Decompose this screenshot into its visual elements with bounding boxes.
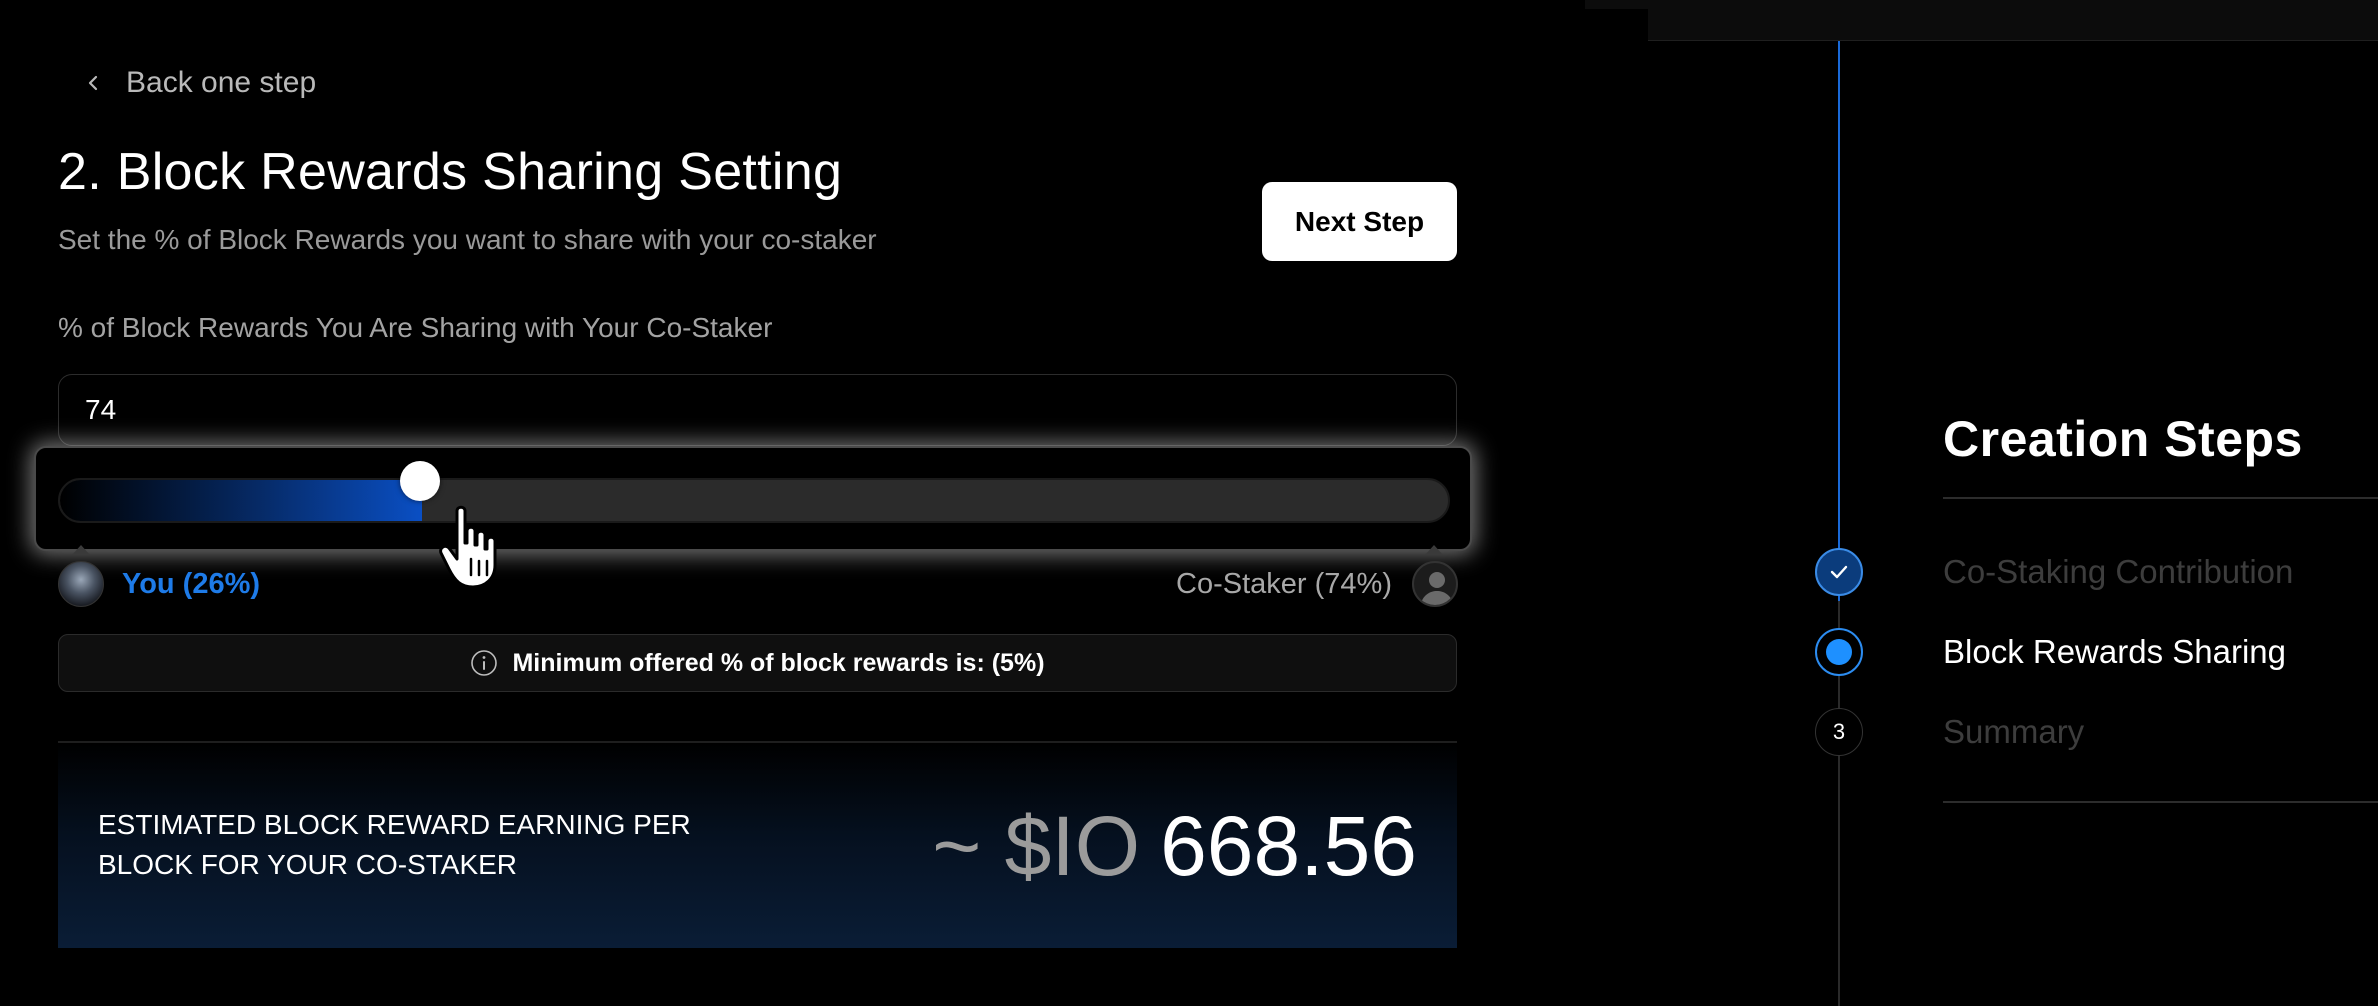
costaker-share-label: Co-Staker (74%): [1176, 567, 1392, 600]
estimated-earning-card: ESTIMATED BLOCK REWARD EARNING PER BLOCK…: [58, 743, 1457, 948]
chevron-left-icon: [88, 75, 98, 91]
step-number: 3: [1832, 719, 1846, 744]
sharing-percent-input[interactable]: [58, 374, 1457, 446]
costaker-share-indicator: Co-Staker (74%): [1176, 561, 1458, 607]
rewards-slider-track[interactable]: [58, 478, 1450, 523]
estimated-earning-label-line1: ESTIMATED BLOCK REWARD EARNING PER: [98, 809, 691, 840]
rewards-slider-container: [34, 446, 1472, 551]
slider-min-marker: [72, 545, 90, 555]
you-share-label: You (26%): [122, 567, 261, 600]
estimated-earning-value: 668.56: [1160, 799, 1417, 893]
right-panel-header-strip: [1648, 9, 2378, 41]
step-label-summary[interactable]: Summary: [1943, 713, 2084, 751]
rewards-slider-fill: [60, 480, 422, 521]
slider-max-marker: [1425, 545, 1443, 555]
estimated-earning-currency: ~ $IO: [932, 799, 1141, 893]
page-title: 2. Block Rewards Sharing Setting: [58, 143, 843, 201]
step-node-done: [1815, 548, 1863, 596]
timeline-progress-line: [1838, 41, 1840, 601]
info-icon: [471, 650, 498, 676]
estimated-earning-amount: ~ $IO 668.56: [932, 798, 1417, 895]
you-avatar: [58, 561, 104, 607]
you-share-indicator: You (26%): [58, 561, 260, 607]
sharing-field-label: % of Block Rewards You Are Sharing with …: [58, 312, 773, 343]
back-one-step-link[interactable]: Back one step: [84, 66, 316, 100]
check-icon: [1830, 565, 1848, 579]
right-panel-topbar: [1585, 0, 2378, 9]
rewards-slider-thumb[interactable]: [399, 461, 440, 501]
step-node-active: [1815, 628, 1863, 676]
back-link-label: Back one step: [126, 66, 317, 99]
estimated-earning-label: ESTIMATED BLOCK REWARD EARNING PER BLOCK…: [98, 805, 738, 885]
steps-top-divider: [1943, 497, 2378, 499]
active-step-dot: [1826, 639, 1852, 665]
minimum-offer-banner: Minimum offered % of block rewards is: (…: [58, 634, 1457, 692]
next-step-button[interactable]: Next Step: [1262, 182, 1457, 261]
step-label-block-rewards-sharing[interactable]: Block Rewards Sharing: [1943, 633, 2286, 671]
steps-bottom-divider: [1943, 801, 2378, 803]
creation-steps-title: Creation Steps: [1943, 411, 2303, 467]
minimum-offer-text: Minimum offered % of block rewards is: (…: [512, 648, 1045, 677]
step-label-co-staking-contribution[interactable]: Co-Staking Contribution: [1943, 553, 2293, 591]
page-subtitle: Set the % of Block Rewards you want to s…: [58, 224, 877, 255]
step-node-pending: 3: [1815, 708, 1863, 756]
estimated-earning-label-line2: BLOCK FOR YOUR CO-STAKER: [98, 849, 518, 880]
costaker-avatar-icon: [1412, 561, 1458, 607]
